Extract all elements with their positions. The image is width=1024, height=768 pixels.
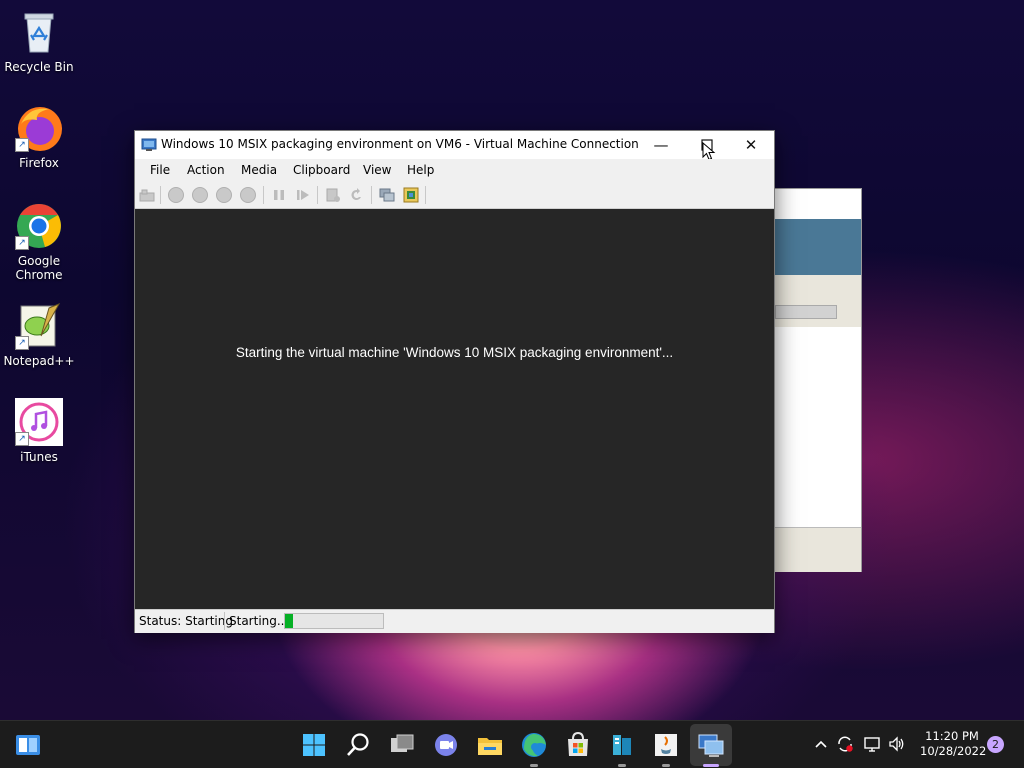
running-indicator: [530, 764, 538, 767]
status-separator: [224, 612, 225, 630]
progress-bar: [284, 613, 384, 629]
toolbar-separator: [371, 186, 372, 204]
teams-chat-icon[interactable]: [430, 729, 462, 761]
enhanced-session-icon[interactable]: [379, 187, 395, 203]
close-icon: ✕: [744, 136, 758, 154]
background-window[interactable]: [770, 188, 862, 572]
store-icon[interactable]: [562, 729, 594, 761]
background-window-banner: [771, 219, 861, 275]
show-hidden-icons-chevron-icon[interactable]: [812, 735, 830, 753]
save-state-icon[interactable]: [240, 187, 256, 203]
toolbar-separator: [317, 186, 318, 204]
pause-icon[interactable]: [271, 187, 287, 203]
toolbar: [135, 181, 774, 209]
shortcut-arrow-icon: ↗: [15, 432, 29, 446]
vm-status-text: Status: Starting: [139, 614, 233, 628]
vm-connection-window[interactable]: Windows 10 MSIX packaging environment on…: [134, 130, 775, 633]
java-icon[interactable]: [650, 729, 682, 761]
desktop-icon-itunes[interactable]: ↗ iTunes: [3, 398, 75, 464]
network-icon[interactable]: [863, 735, 881, 753]
vm-connection-icon[interactable]: [695, 729, 727, 761]
menu-action[interactable]: Action: [187, 163, 225, 177]
background-window-panel: [771, 275, 861, 327]
desktop-icon-label: Google Chrome: [15, 254, 63, 282]
desktop-icon-firefox[interactable]: ↗ Firefox: [3, 104, 75, 170]
desktop-icon-label: Firefox: [19, 156, 59, 170]
active-indicator: [703, 764, 719, 767]
shortcut-arrow-icon: ↗: [15, 336, 29, 350]
desktop-icon-recycle-bin[interactable]: Recycle Bin: [3, 8, 75, 74]
start-vm-icon[interactable]: [168, 187, 184, 203]
minimize-button[interactable]: —: [638, 131, 684, 159]
close-button[interactable]: ✕: [728, 131, 774, 159]
menu-media[interactable]: Media: [241, 163, 277, 177]
running-indicator: [618, 764, 626, 767]
ctrl-alt-del-icon[interactable]: [139, 187, 155, 203]
resume-icon[interactable]: [295, 187, 311, 203]
toolbar-separator: [425, 186, 426, 204]
chrome-icon: ↗: [15, 202, 63, 250]
edge-icon[interactable]: [518, 729, 550, 761]
menu-help[interactable]: Help: [407, 163, 434, 177]
share-icon[interactable]: [403, 187, 419, 203]
background-window-footer: [771, 527, 861, 572]
minimize-icon: —: [653, 136, 669, 154]
revert-icon[interactable]: [349, 187, 365, 203]
widgets-icon[interactable]: [12, 729, 44, 761]
status-bar: Status: Starting Starting...: [135, 609, 774, 633]
running-indicator: [662, 764, 670, 767]
volume-icon[interactable]: [888, 735, 906, 753]
shortcut-arrow-icon: ↗: [15, 138, 29, 152]
turn-off-icon[interactable]: [192, 187, 208, 203]
desktop-icon-label: Notepad++: [3, 354, 75, 368]
progress-fill: [285, 614, 293, 628]
vm-display[interactable]: Starting the virtual machine 'Windows 10…: [135, 209, 774, 609]
toolbar-separator: [263, 186, 264, 204]
firefox-icon: ↗: [15, 104, 63, 152]
clock-date: 10/28/2022: [920, 744, 987, 758]
search-icon[interactable]: [342, 729, 374, 761]
taskbar: 11:20 PM 10/28/2022 2: [0, 720, 1024, 768]
itunes-icon: ↗: [15, 398, 63, 446]
toolbar-separator: [160, 186, 161, 204]
menu-clipboard[interactable]: Clipboard: [293, 163, 350, 177]
window-title: Windows 10 MSIX packaging environment on…: [161, 137, 639, 151]
shortcut-arrow-icon: ↗: [15, 236, 29, 250]
desktop-icon-notepadpp[interactable]: ↗ Notepad++: [3, 302, 75, 368]
title-bar[interactable]: Windows 10 MSIX packaging environment on…: [135, 131, 774, 161]
vm-connection-app-icon: [141, 138, 157, 151]
file-explorer-icon[interactable]: [474, 729, 506, 761]
desktop-icon-label: Recycle Bin: [4, 60, 74, 74]
recycle-bin-icon: [15, 8, 63, 56]
progress-label: Starting...: [229, 614, 289, 628]
vm-starting-message: Starting the virtual machine 'Windows 10…: [235, 345, 674, 360]
checkpoint-icon[interactable]: [325, 187, 341, 203]
task-view-icon[interactable]: [386, 729, 418, 761]
notification-badge[interactable]: 2: [987, 736, 1004, 753]
menu-bar: File Action Media Clipboard View Help: [135, 159, 774, 181]
sync-alert-icon[interactable]: [836, 735, 854, 753]
clock-time: 11:20 PM: [925, 729, 979, 743]
background-window-field[interactable]: [775, 305, 837, 319]
menu-file[interactable]: File: [150, 163, 170, 177]
notepadpp-icon: ↗: [15, 302, 63, 350]
shut-down-icon[interactable]: [216, 187, 232, 203]
clock[interactable]: 11:20 PM 10/28/2022: [920, 729, 987, 759]
start-icon[interactable]: [298, 729, 330, 761]
menu-view[interactable]: View: [363, 163, 391, 177]
hyperv-manager-icon[interactable]: [606, 729, 638, 761]
desktop-icon-chrome[interactable]: ↗ Google Chrome: [3, 202, 75, 282]
desktop-icon-label: iTunes: [20, 450, 58, 464]
